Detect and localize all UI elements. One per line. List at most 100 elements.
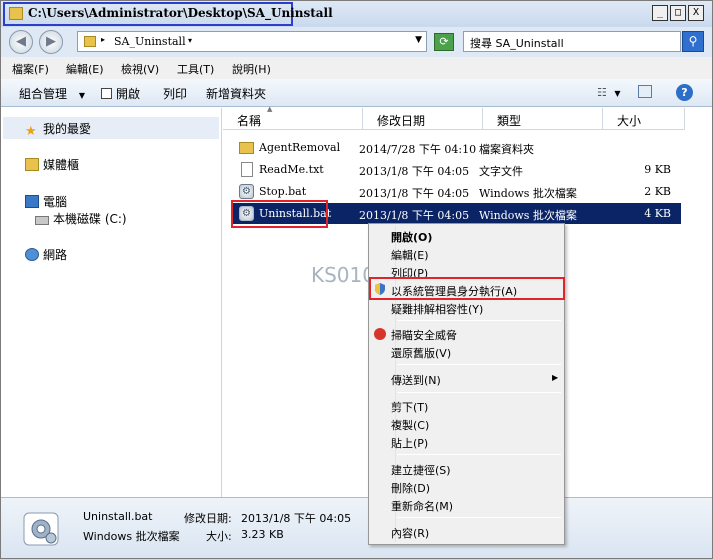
open-label: 開啟: [116, 87, 141, 101]
menu-item-rename[interactable]: 重新命名(M): [391, 498, 561, 514]
column-header-name[interactable]: ▲ 名稱: [223, 105, 363, 130]
nav-local-disk[interactable]: 本機磁碟 (C:): [35, 210, 127, 227]
details-pane: Uninstall.bat 修改日期: 2013/1/8 下午 04:05 Wi…: [1, 497, 712, 558]
view-options[interactable]: ☷ ▼: [597, 85, 653, 99]
minimize-button[interactable]: _: [652, 5, 668, 21]
menu-edit[interactable]: 編輯(E): [66, 61, 104, 77]
menu-bar: 檔案(F) 編輯(E) 檢視(V) 工具(T) 說明(H): [1, 57, 712, 79]
search-icon[interactable]: ⚲: [682, 31, 704, 52]
breadcrumb-current[interactable]: SA_Uninstall: [114, 35, 186, 48]
nav-libraries-label: 媒體櫃: [43, 158, 80, 172]
details-size-label: 大小:: [206, 530, 232, 543]
address-field[interactable]: ▸ SA_Uninstall ▾ ▼: [77, 31, 427, 52]
file-name: Stop.bat: [259, 185, 307, 198]
nav-computer[interactable]: 電腦: [25, 193, 67, 210]
chevron-down-icon[interactable]: ▼: [614, 89, 620, 98]
details-modified-label: 修改日期:: [184, 512, 232, 525]
menu-help[interactable]: 說明(H): [232, 61, 271, 77]
chevron-down-icon[interactable]: ▾: [188, 36, 192, 45]
title-bar[interactable]: C:\Users\Administrator\Desktop\SA_Uninst…: [1, 1, 712, 27]
nav-favorites[interactable]: ★ 我的最愛: [25, 120, 91, 139]
column-header-type[interactable]: 類型: [483, 108, 603, 130]
context-menu: 開啟(O) 編輯(E) 列印(P) 以系統管理員身分執行(A) 疑難排解相容性(…: [368, 223, 565, 545]
help-icon[interactable]: ?: [676, 84, 693, 101]
text-file-icon: [241, 162, 253, 177]
search-placeholder: 搜尋 SA_Uninstall: [470, 37, 564, 50]
folder-icon: [9, 7, 23, 20]
nav-libraries[interactable]: 媒體櫃: [25, 156, 79, 173]
breadcrumb-arrow-icon[interactable]: ▸: [101, 35, 105, 44]
nav-local-disk-label: 本機磁碟 (C:): [53, 212, 127, 226]
file-row[interactable]: AgentRemoval 2014/7/28 下午 04:10 檔案資料夾: [233, 137, 681, 158]
menu-view[interactable]: 檢視(V): [121, 61, 159, 77]
menu-item-copy[interactable]: 複製(C): [391, 417, 561, 433]
organize-button[interactable]: 組合管理 ▼: [19, 85, 85, 102]
nav-computer-label: 電腦: [43, 195, 68, 209]
forward-button[interactable]: ▶: [39, 30, 63, 54]
file-size: 2 KB: [644, 185, 671, 198]
menu-item-delete[interactable]: 刪除(D): [391, 480, 561, 496]
menu-separator: [397, 320, 561, 321]
chevron-down-icon: ▼: [78, 91, 85, 100]
submenu-arrow-icon: ▶: [552, 373, 559, 382]
organize-label: 組合管理: [19, 87, 68, 101]
new-folder-button[interactable]: 新增資料夾: [206, 85, 266, 102]
refresh-icon[interactable]: ⟳: [434, 33, 454, 51]
preview-pane-icon[interactable]: [638, 85, 653, 98]
menu-file[interactable]: 檔案(F): [12, 61, 49, 77]
menu-item-troubleshoot[interactable]: 疑難排解相容性(Y): [391, 301, 561, 317]
file-date: 2014/7/28 下午 04:10: [359, 143, 477, 156]
window-controls: _ □ X: [652, 5, 704, 21]
folder-icon: [84, 36, 96, 47]
library-icon: [25, 158, 39, 171]
menu-item-edit[interactable]: 編輯(E): [391, 247, 561, 263]
menu-item-create-shortcut[interactable]: 建立捷徑(S): [391, 462, 561, 478]
maximize-button[interactable]: □: [670, 5, 686, 21]
file-type: 檔案資料夾: [479, 143, 534, 156]
file-date: 2013/1/8 下午 04:05: [359, 209, 470, 222]
menu-item-open[interactable]: 開啟(O): [391, 229, 561, 245]
menu-tools[interactable]: 工具(T): [177, 61, 214, 77]
menu-separator: [397, 364, 561, 365]
explorer-window: C:\Users\Administrator\Desktop\SA_Uninst…: [0, 0, 713, 559]
file-size: 4 KB: [644, 207, 671, 220]
highlight-box-run-as-admin: [369, 277, 565, 300]
address-bar-row: ◀ ▶ ▸ SA_Uninstall ▾ ▼ ⟳ 搜尋 SA_Uninstall…: [1, 27, 712, 57]
computer-icon: [25, 195, 39, 208]
details-modified-value: 2013/1/8 下午 04:05: [241, 512, 352, 525]
window-title: C:\Users\Administrator\Desktop\SA_Uninst…: [28, 6, 333, 20]
file-row[interactable]: ReadMe.txt 2013/1/8 下午 04:05 文字文件 9 KB: [233, 159, 681, 180]
open-button[interactable]: 開啟: [101, 85, 140, 102]
back-button[interactable]: ◀: [9, 30, 33, 54]
star-icon: ★: [25, 124, 37, 139]
column-header-date[interactable]: 修改日期: [363, 108, 483, 130]
file-type: 文字文件: [479, 165, 523, 178]
file-type: Windows 批次檔案: [479, 209, 577, 222]
menu-item-send-to[interactable]: 傳送到(N): [391, 372, 561, 388]
menu-item-properties[interactable]: 內容(R): [391, 525, 561, 541]
file-row[interactable]: ⚙ Stop.bat 2013/1/8 下午 04:05 Windows 批次檔…: [233, 181, 681, 202]
search-input[interactable]: 搜尋 SA_Uninstall: [463, 31, 681, 52]
menu-item-paste[interactable]: 貼上(P): [391, 435, 561, 451]
file-type: Windows 批次檔案: [479, 187, 577, 200]
address-dropdown-icon[interactable]: ▼: [415, 35, 422, 45]
drive-icon: [35, 216, 49, 225]
menu-item-cut[interactable]: 剪下(T): [391, 399, 561, 415]
print-button[interactable]: 列印: [163, 85, 187, 102]
nav-network[interactable]: 網路: [25, 246, 67, 263]
column-header-size[interactable]: 大小: [603, 108, 685, 130]
batch-file-icon: ⚙: [239, 184, 254, 199]
file-date: 2013/1/8 下午 04:05: [359, 165, 470, 178]
sort-arrow-icon: ▲: [267, 105, 273, 113]
menu-item-restore[interactable]: 還原舊版(V): [391, 345, 561, 361]
details-type: Windows 批次檔案: [83, 530, 180, 543]
close-button[interactable]: X: [688, 5, 704, 21]
menu-separator: [397, 517, 561, 518]
view-grid-icon[interactable]: ☷: [597, 86, 607, 99]
menu-item-scan[interactable]: 掃瞄安全威脅: [391, 327, 561, 343]
details-filename: Uninstall.bat: [83, 510, 153, 523]
menu-separator: [397, 454, 561, 455]
command-bar: 組合管理 ▼ 開啟 列印 新增資料夾 ☷ ▼ ?: [1, 79, 712, 107]
file-size: 9 KB: [644, 163, 671, 176]
file-name: AgentRemoval: [259, 141, 341, 154]
